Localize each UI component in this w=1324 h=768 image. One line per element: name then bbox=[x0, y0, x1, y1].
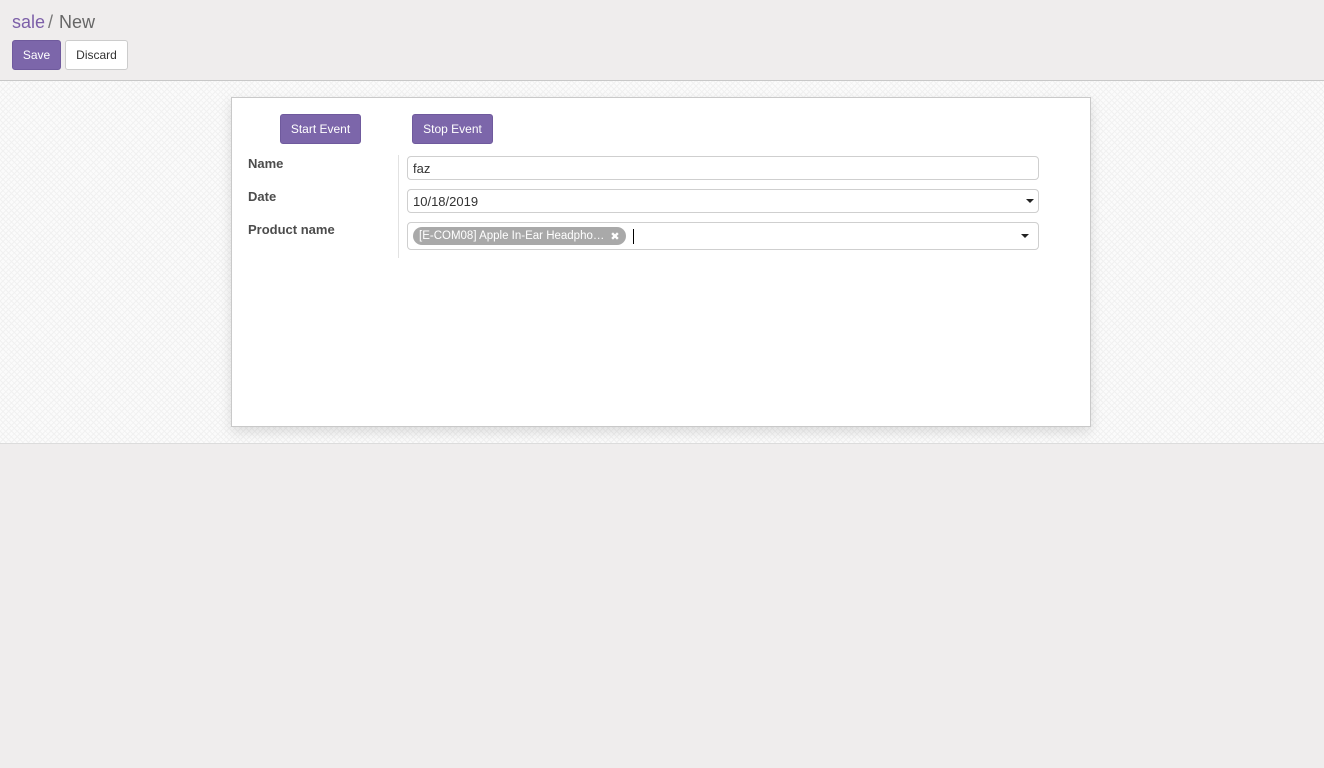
save-button[interactable]: Save bbox=[12, 40, 61, 70]
name-field-value: faz bbox=[413, 160, 431, 176]
stop-event-button[interactable]: Stop Event bbox=[412, 114, 493, 144]
caret-down-icon[interactable] bbox=[1026, 199, 1034, 203]
date-field-value: 10/18/2019 bbox=[413, 193, 479, 209]
breadcrumb: sale / New bbox=[12, 11, 95, 33]
name-label: Name bbox=[248, 156, 284, 171]
breadcrumb-parent-link[interactable]: sale bbox=[12, 12, 45, 32]
label-divider bbox=[398, 155, 399, 258]
product-name-field[interactable]: [E-COM08] Apple In-Ear Headpho… ✖ bbox=[407, 222, 1039, 250]
control-panel: sale / New Save Discard bbox=[0, 0, 1324, 81]
date-label: Date bbox=[248, 189, 277, 204]
breadcrumb-separator: / bbox=[48, 12, 54, 32]
product-name-label: Product name bbox=[248, 222, 335, 237]
caret-down-icon[interactable] bbox=[1021, 234, 1029, 238]
product-tag: [E-COM08] Apple In-Ear Headpho… ✖ bbox=[413, 227, 626, 245]
product-tag-label: [E-COM08] Apple In-Ear Headpho… bbox=[419, 230, 605, 242]
start-event-button[interactable]: Start Event bbox=[280, 114, 361, 144]
form-view: Start Event Stop Event Name faz Date 10/… bbox=[0, 81, 1324, 444]
date-field[interactable]: 10/18/2019 bbox=[407, 189, 1039, 213]
name-field[interactable]: faz bbox=[407, 156, 1039, 180]
breadcrumb-current: New bbox=[59, 12, 96, 32]
text-cursor bbox=[632, 228, 634, 244]
close-icon[interactable]: ✖ bbox=[610, 230, 619, 243]
discard-button[interactable]: Discard bbox=[65, 40, 128, 70]
form-sheet: Start Event Stop Event Name faz Date 10/… bbox=[231, 97, 1091, 427]
